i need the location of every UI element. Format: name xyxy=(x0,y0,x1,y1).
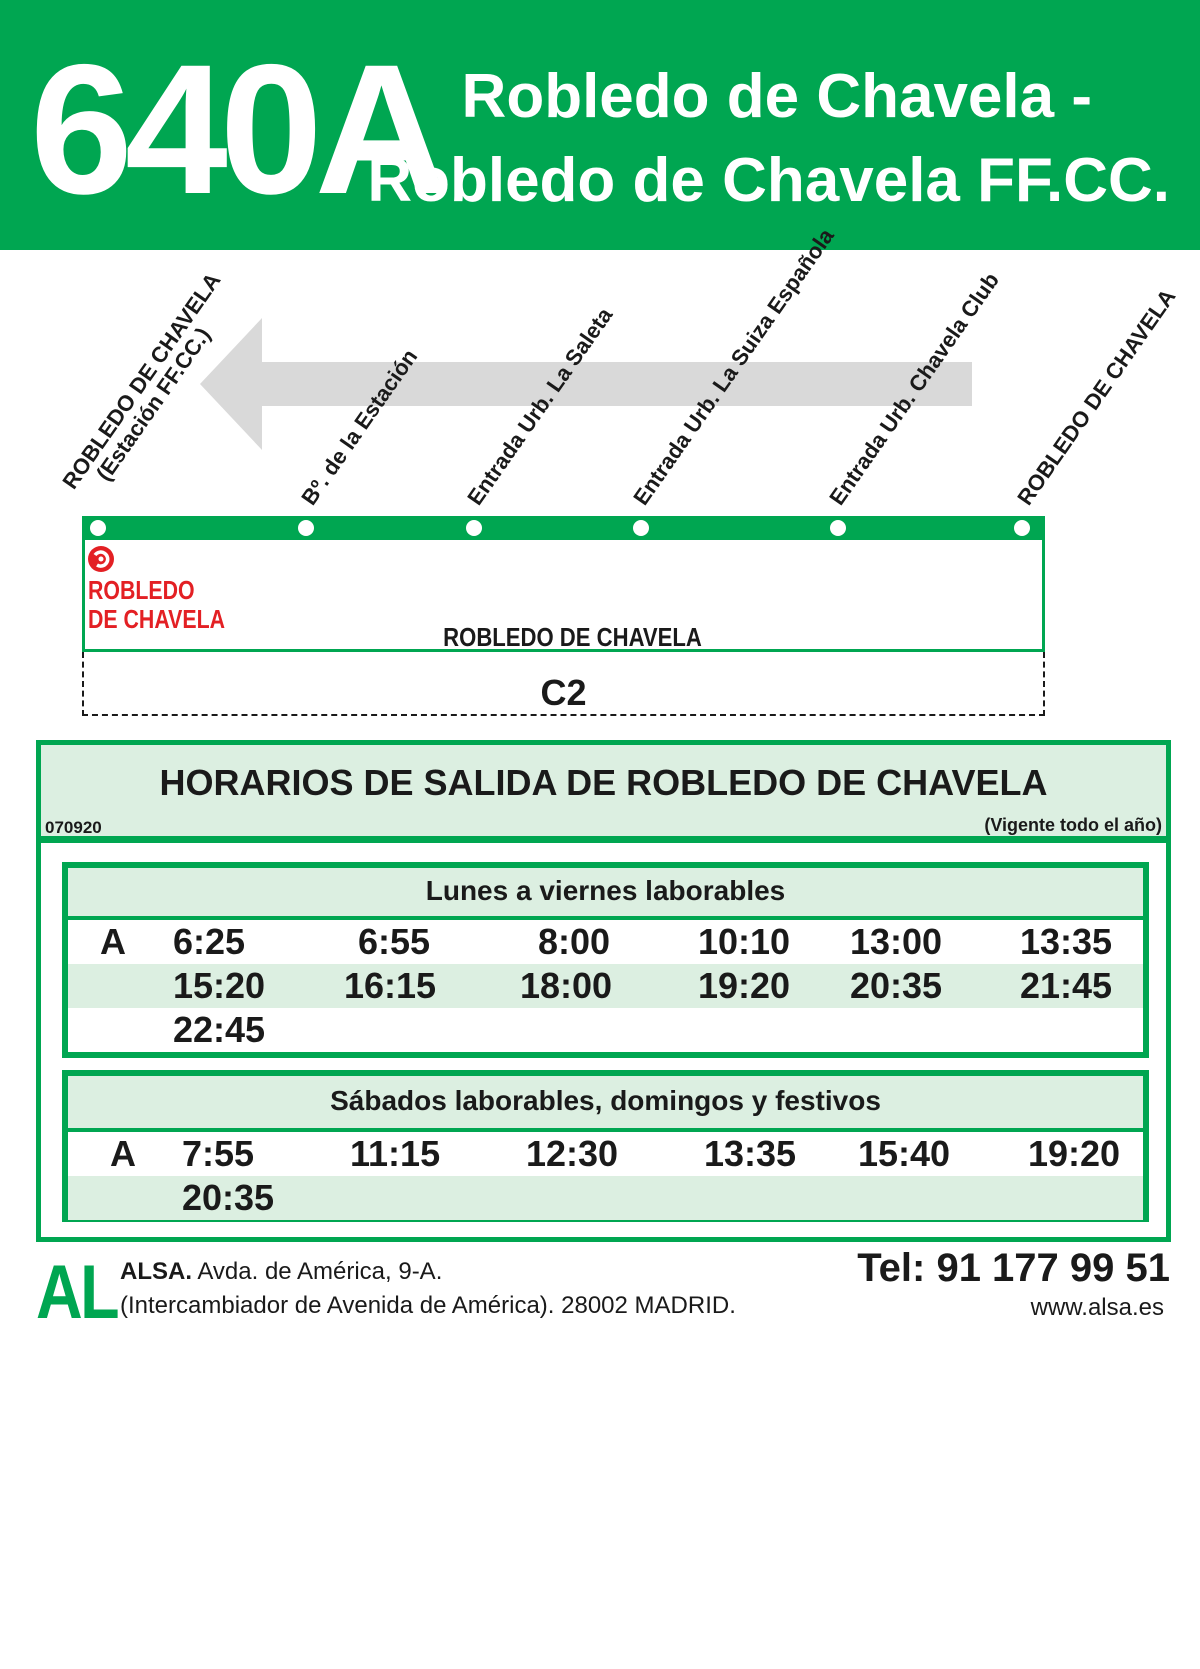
zone-town-name: ROBLEDO DE CHAVELA xyxy=(443,622,702,652)
departure-time: 13:00 xyxy=(850,921,943,962)
timetable-validity: (Vigente todo el año) xyxy=(984,815,1162,835)
stop-dot xyxy=(830,520,846,536)
departure-time: 6:25 xyxy=(173,921,246,962)
schedule-row: A 7:55 11:15 12:30 13:35 15:40 19:20 xyxy=(68,1132,1143,1176)
departure-time: 12:30 xyxy=(526,1133,619,1174)
departure-time: 15:40 xyxy=(858,1133,951,1174)
company-address-line2: (Intercambiador de Avenida de América). … xyxy=(120,1292,736,1319)
fare-zone-code: C2 xyxy=(540,672,587,713)
company-address-line1: ALSA. Avda. de América, 9-A. xyxy=(120,1258,442,1286)
weekday-schedule: Lunes a viernes laborables A 6:25 6:55 8… xyxy=(62,862,1149,1058)
departure-time: 6:55 xyxy=(358,921,431,962)
address-street: Avda. de América, 9-A. xyxy=(192,1258,443,1285)
departure-time: 15:20 xyxy=(173,965,266,1006)
timetable-title: HORARIOS DE SALIDA DE ROBLEDO DE CHAVELA xyxy=(159,762,1048,803)
route-name-line2: Robledo de Chavela FF.CC. xyxy=(367,146,1170,215)
stop-dot xyxy=(90,520,106,536)
schedule-row: 15:20 16:15 18:00 19:20 20:35 21:45 xyxy=(68,964,1143,1008)
departure-time: 18:00 xyxy=(520,965,613,1006)
schedule-row: 20:35 xyxy=(68,1176,1143,1220)
departure-time: 20:35 xyxy=(182,1177,275,1218)
timetable-code: 070920 xyxy=(45,818,102,837)
departure-time: 11:15 xyxy=(350,1133,441,1174)
schedule-row: 22:45 xyxy=(68,1008,1143,1052)
stop-dot xyxy=(1014,520,1030,536)
phone-number: Tel: 91 177 99 51 xyxy=(857,1246,1170,1290)
departure-time: 22:45 xyxy=(173,1009,266,1050)
website-link[interactable]: www.alsa.es xyxy=(1031,1294,1164,1322)
stop-dot xyxy=(633,520,649,536)
stop-dot xyxy=(298,520,314,536)
departure-time: 20:35 xyxy=(850,965,943,1006)
departure-time: 13:35 xyxy=(1020,921,1113,962)
departure-time: 19:20 xyxy=(698,965,791,1006)
origin-icon xyxy=(88,546,114,572)
alsa-logo: AL xyxy=(36,1250,120,1335)
schedule-row: A 6:25 6:55 8:00 10:10 13:00 13:35 xyxy=(68,920,1143,964)
route-name-line1: Robledo de Chavela - xyxy=(461,62,1092,131)
service-code: A xyxy=(110,1133,136,1174)
weekend-label: Sábados laborables, domingos y festivos xyxy=(68,1076,1143,1128)
departure-time: 13:35 xyxy=(704,1133,797,1174)
departure-time: 8:00 xyxy=(538,921,611,962)
departure-time: 19:20 xyxy=(1028,1133,1121,1174)
departure-time: 7:55 xyxy=(182,1133,255,1174)
timetable-separator xyxy=(41,836,1166,843)
service-code: A xyxy=(100,921,126,962)
departure-time: 10:10 xyxy=(698,921,791,962)
stops-line xyxy=(82,516,1045,540)
departure-time: 21:45 xyxy=(1020,965,1113,1006)
stop-dot xyxy=(466,520,482,536)
departure-time: 16:15 xyxy=(344,965,437,1006)
weekday-label: Lunes a viernes laborables xyxy=(68,868,1143,916)
company-name: ALSA. xyxy=(120,1258,192,1285)
weekend-schedule: Sábados laborables, domingos y festivos … xyxy=(62,1070,1149,1222)
